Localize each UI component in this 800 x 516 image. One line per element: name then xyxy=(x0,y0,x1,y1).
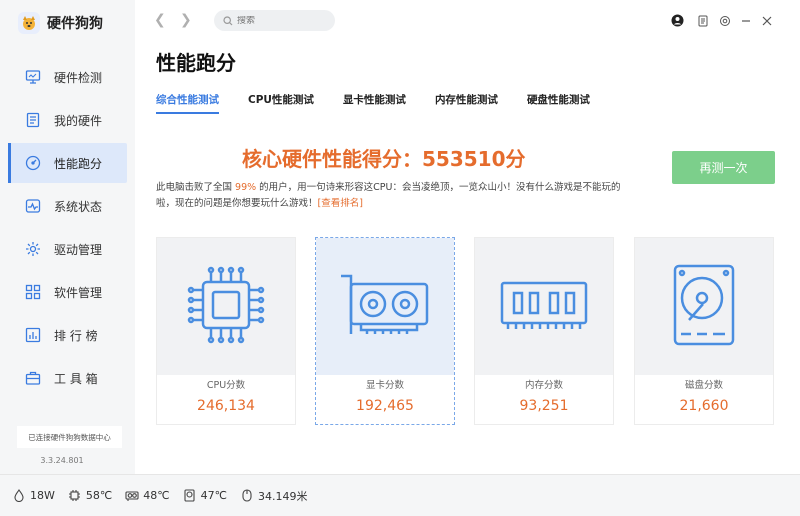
cpu-score-card[interactable]: CPU分数 246,134 xyxy=(156,237,296,425)
view-ranking-link[interactable]: [查看排名] xyxy=(318,198,363,209)
search-input[interactable] xyxy=(237,15,327,26)
ranking-icon xyxy=(25,327,41,343)
sidebar-item-label: 排 行 榜 xyxy=(54,328,98,343)
card-value: 192,465 xyxy=(356,398,414,414)
sidebar-item-label: 我的硬件 xyxy=(54,113,103,128)
hdd-icon xyxy=(669,262,739,352)
disk-temp-stat: 47℃ xyxy=(183,489,227,503)
cpu-icon xyxy=(181,260,271,354)
pulse-icon xyxy=(25,198,41,214)
speedometer-icon xyxy=(25,155,41,171)
back-arrow-icon[interactable]: ❮ xyxy=(154,12,166,28)
app-logo: 硬件狗狗 xyxy=(18,12,103,34)
hard-disk-icon xyxy=(183,489,197,503)
tab-gpu-benchmark[interactable]: 显卡性能测试 xyxy=(343,92,406,114)
search-box[interactable] xyxy=(214,10,335,31)
sidebar-item-label: 硬件检测 xyxy=(54,70,103,85)
mouse-distance-stat: 34.149米 xyxy=(240,488,308,504)
sidebar: 硬件狗狗 硬件检测 我的硬件 性能跑分 系统状态 驱动管理 软件管理 排 行 榜… xyxy=(0,0,135,474)
sidebar-item-label: 性能跑分 xyxy=(54,156,103,171)
power-value: 18W xyxy=(30,489,55,502)
gpu-icon xyxy=(337,270,433,344)
toolbox-icon xyxy=(25,370,41,386)
user-avatar-icon[interactable] xyxy=(670,13,685,28)
desc-prefix: 此电脑击败了全国 xyxy=(156,182,236,193)
tab-cpu-benchmark[interactable]: CPU性能测试 xyxy=(248,92,314,114)
ram-icon xyxy=(498,275,590,339)
total-score: 核心硬件性能得分：553510分 xyxy=(242,147,526,171)
close-icon[interactable] xyxy=(759,13,774,28)
disk-temp-value: 47℃ xyxy=(200,489,227,502)
card-value: 93,251 xyxy=(519,398,569,414)
score-description: 此电脑击败了全国 99% 的用户，用一句诗来形容这CPU：会当凌绝顶，一览众山小… xyxy=(156,180,631,212)
sidebar-item-system-status[interactable]: 系统状态 xyxy=(8,186,127,226)
cpu-temp-stat: 58℃ xyxy=(68,489,112,503)
mouse-distance-value: 34.149米 xyxy=(257,489,308,503)
retest-button[interactable]: 再测一次 xyxy=(672,151,775,184)
mouse-icon xyxy=(240,489,254,503)
sidebar-item-label: 驱动管理 xyxy=(54,242,103,257)
page-title: 性能跑分 xyxy=(156,51,236,75)
card-value: 21,660 xyxy=(679,398,729,414)
gpu-temp-stat: 48℃ xyxy=(125,489,170,503)
tab-overall-benchmark[interactable]: 综合性能测试 xyxy=(156,92,219,114)
sidebar-item-software-management[interactable]: 软件管理 xyxy=(8,272,127,312)
card-label: 磁盘分数 xyxy=(684,380,723,391)
cpu-chip-icon xyxy=(68,489,82,503)
sidebar-item-my-hardware[interactable]: 我的硬件 xyxy=(8,100,127,140)
gpu-temp-value: 48℃ xyxy=(143,489,170,502)
notes-icon[interactable] xyxy=(695,13,710,28)
card-value: 246,134 xyxy=(197,398,255,414)
app-title: 硬件狗狗 xyxy=(47,16,103,32)
tab-memory-benchmark[interactable]: 内存性能测试 xyxy=(435,92,498,114)
card-label: 显卡分数 xyxy=(365,380,404,391)
cpu-temp-value: 58℃ xyxy=(85,489,113,502)
gear-icon xyxy=(25,241,41,257)
grid-icon xyxy=(25,284,41,300)
tab-bar: 综合性能测试 CPU性能测试 显卡性能测试 内存性能测试 硬盘性能测试 xyxy=(156,92,619,114)
minimize-icon[interactable] xyxy=(738,13,753,28)
sidebar-item-driver-management[interactable]: 驱动管理 xyxy=(8,229,127,269)
sidebar-item-label: 工 具 箱 xyxy=(54,371,98,386)
sidebar-item-label: 系统状态 xyxy=(54,199,103,214)
status-bar: 18W 58℃ 48℃ 47℃ 34.149米 xyxy=(0,474,800,516)
graphics-card-icon xyxy=(125,489,139,503)
power-stat: 18W xyxy=(12,489,55,503)
monitor-icon xyxy=(25,69,41,85)
gpu-score-card[interactable]: 显卡分数 192,465 xyxy=(315,237,455,425)
connection-status: 已连接硬件狗狗数据中心 xyxy=(17,426,122,448)
tab-disk-benchmark[interactable]: 硬盘性能测试 xyxy=(527,92,590,114)
search-icon xyxy=(223,11,233,30)
memory-score-card[interactable]: 内存分数 93,251 xyxy=(474,237,614,425)
title-bar: ❮ ❯ xyxy=(135,0,800,42)
dog-logo-icon xyxy=(18,12,40,34)
sidebar-item-benchmark[interactable]: 性能跑分 xyxy=(8,143,127,183)
forward-arrow-icon[interactable]: ❯ xyxy=(180,12,192,28)
power-drop-icon xyxy=(12,489,26,503)
beat-percentage: 99% xyxy=(235,182,257,193)
document-icon xyxy=(25,112,41,128)
sidebar-nav: 硬件检测 我的硬件 性能跑分 系统状态 驱动管理 软件管理 排 行 榜 工 具 … xyxy=(8,57,127,401)
sidebar-item-hardware-check[interactable]: 硬件检测 xyxy=(8,57,127,97)
card-label: CPU分数 xyxy=(206,380,246,391)
settings-icon[interactable] xyxy=(717,13,732,28)
card-label: 内存分数 xyxy=(524,380,563,391)
version-label: 3.3.24.801 xyxy=(40,456,84,465)
sidebar-item-ranking[interactable]: 排 行 榜 xyxy=(8,315,127,355)
sidebar-item-toolbox[interactable]: 工 具 箱 xyxy=(8,358,127,398)
disk-score-card[interactable]: 磁盘分数 21,660 xyxy=(634,237,774,425)
sidebar-item-label: 软件管理 xyxy=(54,285,103,300)
